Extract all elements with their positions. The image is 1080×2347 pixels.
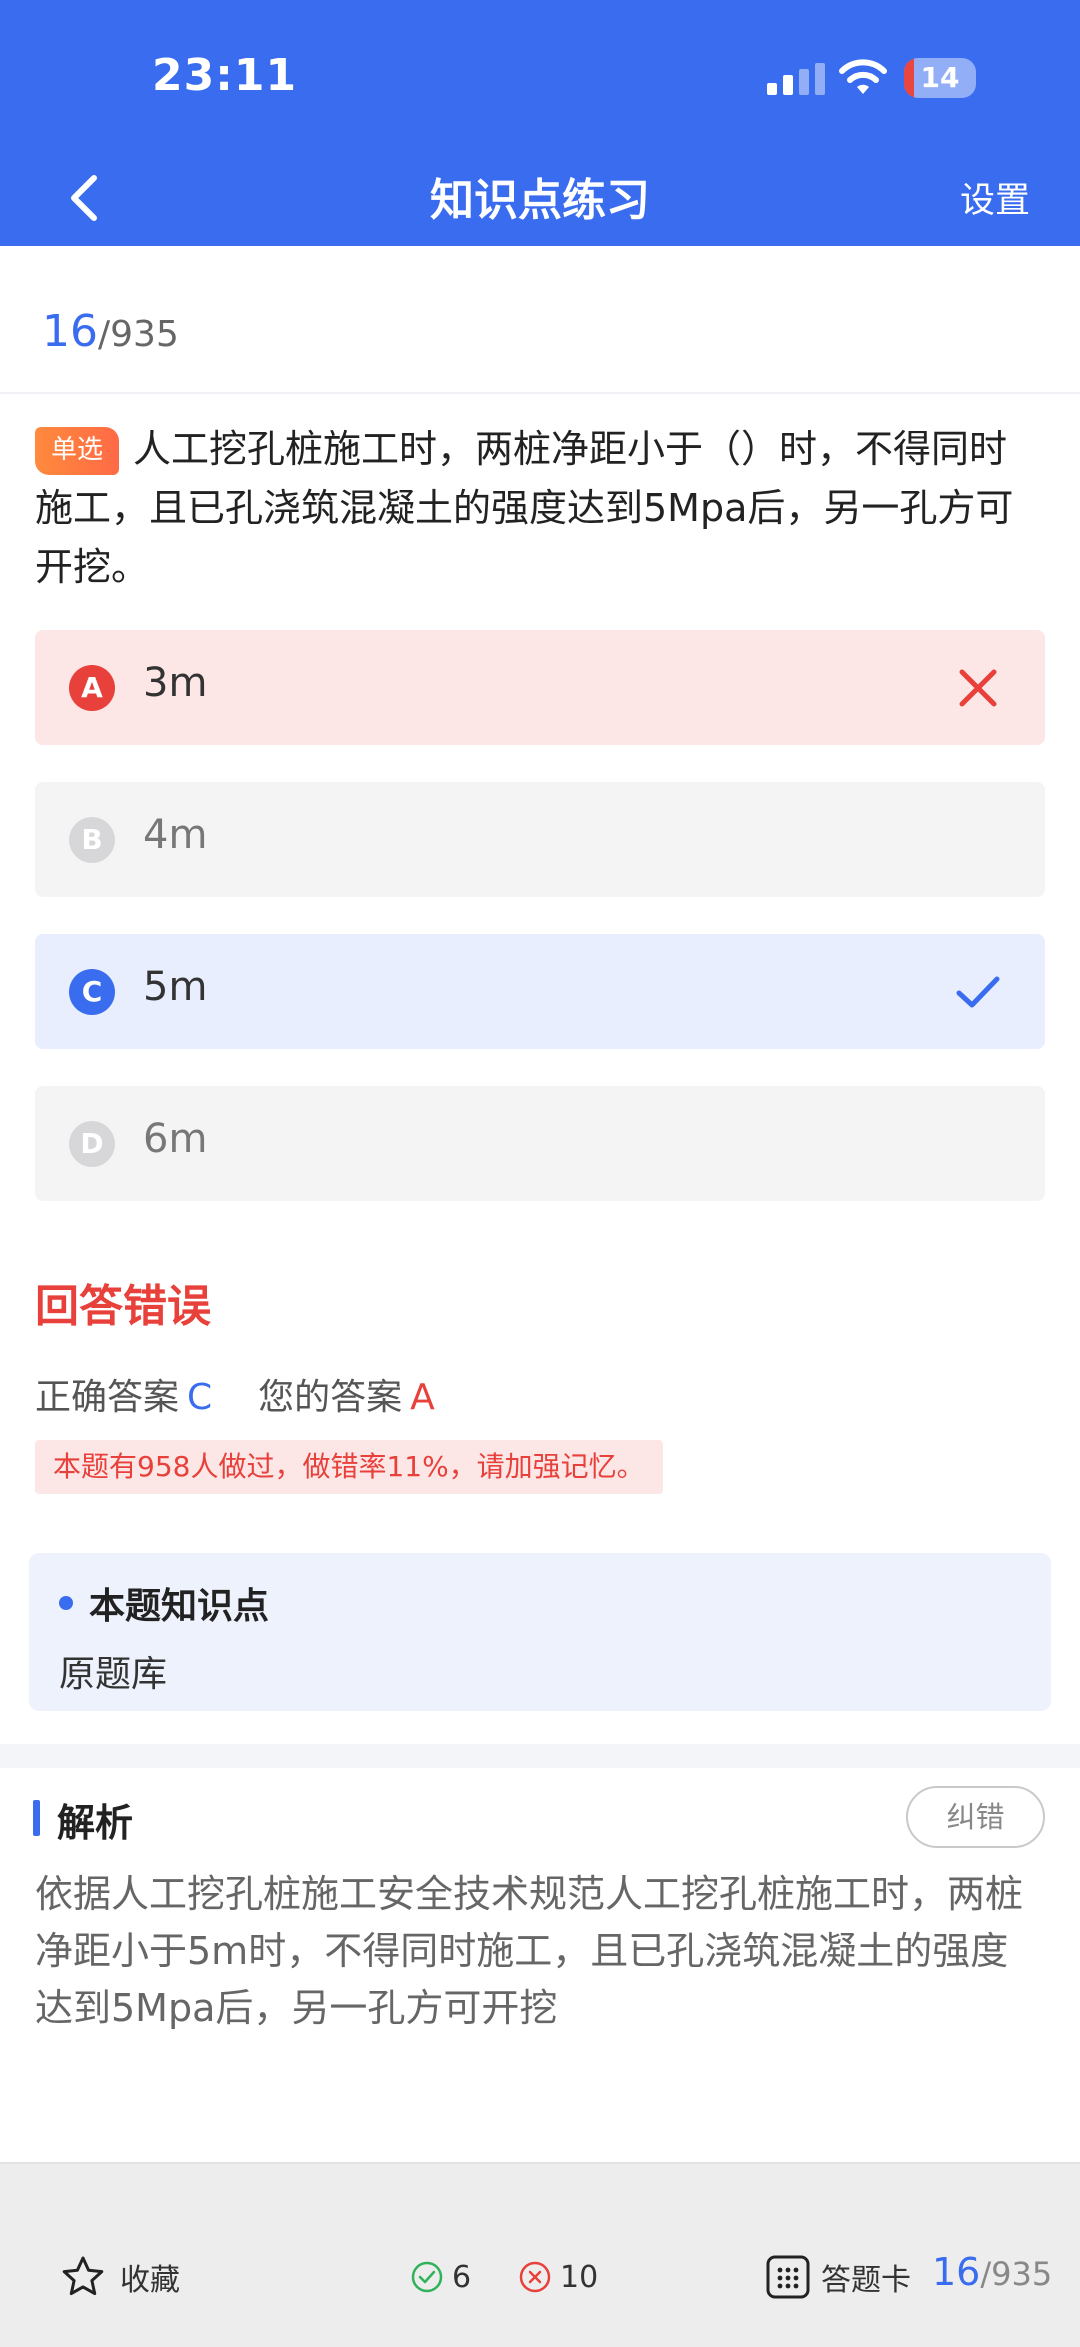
section-gap [0, 1744, 1080, 1768]
option-text: 5m [143, 964, 208, 1010]
your-answer-label: 您的答案 [258, 1377, 403, 1418]
question-text: 人工挖孔桩施工时，两桩净距小于（）时，不得同时施工，且已孔浇筑混凝土的强度达到5… [35, 427, 1014, 589]
wrong-count-value: 10 [560, 2259, 599, 2295]
page-title: 知识点练习 [430, 175, 650, 226]
bottom-toolbar: 收藏 6 10 答题卡 16/935 [0, 2162, 1080, 2347]
divider [0, 392, 1080, 394]
knowledge-point-text: 原题库 [59, 1654, 168, 1695]
option-b[interactable]: B 4m [35, 782, 1045, 897]
your-answer-value: A [410, 1377, 435, 1418]
error-rate-tip: 本题有958人做过，做错率11%，请加强记忆。 [35, 1440, 663, 1494]
nav-bar: 知识点练习 设置 [0, 150, 1080, 246]
header: 23:11 14 知识点练习 设置 [0, 0, 1080, 246]
check-circle-icon [411, 2261, 443, 2293]
status-bar: 23:11 14 [0, 0, 1080, 150]
correct-answer-label: 正确答案 [35, 1377, 180, 1418]
answer-card-label: 答题卡 [821, 2263, 911, 2298]
analysis-text: 依据人工挖孔桩施工安全技术规范人工挖孔桩施工时，两桩净距小于5m时，不得同时施工… [35, 1872, 1024, 2030]
section-marker [33, 1800, 40, 1836]
settings-button[interactable]: 设置 [960, 172, 1030, 223]
question-stem: 单选 人工挖孔桩施工时，两桩净距小于（）时，不得同时施工，且已孔浇筑混凝土的强度达… [35, 420, 1045, 597]
cross-icon [959, 669, 997, 707]
bottom-progress-total: /935 [980, 2255, 1053, 2293]
star-icon [62, 2256, 104, 2296]
status-time: 23:11 [152, 50, 298, 101]
question-progress: 16/935 [42, 306, 179, 357]
correct-count: 6 [410, 2252, 471, 2302]
checkmark-icon [956, 976, 1000, 1008]
option-text: 4m [143, 812, 208, 858]
progress-total: /935 [98, 314, 179, 355]
wifi-icon [839, 59, 887, 94]
option-text: 3m [143, 660, 208, 706]
bullet-dot [59, 1596, 73, 1610]
bottom-progress: 16/935 [932, 2250, 1052, 2294]
battery-percent: 14 [920, 61, 960, 94]
answer-card-button[interactable]: 答题卡 [765, 2250, 911, 2304]
bottom-progress-current: 16 [932, 2250, 981, 2294]
option-letter-badge: A [69, 665, 115, 711]
option-letter-badge: D [69, 1121, 115, 1167]
option-d[interactable]: D 6m [35, 1086, 1045, 1201]
wrong-count: 10 [518, 2252, 598, 2302]
cellular-signal-icon [767, 63, 825, 95]
battery-indicator: 14 [904, 58, 976, 98]
knowledge-point-title: 本题知识点 [89, 1586, 270, 1627]
option-c[interactable]: C 5m [35, 934, 1045, 1049]
correct-answer-value: C [187, 1377, 213, 1418]
answer-comparison: 正确答案 C 您的答案 A [35, 1368, 435, 1420]
favorite-button[interactable]: 收藏 [60, 2252, 180, 2302]
correct-count-value: 6 [452, 2259, 472, 2295]
cross-circle-icon [519, 2261, 551, 2293]
answer-card-grid-icon [766, 2255, 810, 2299]
analysis-title: 解析 [57, 1801, 134, 1845]
result-title: 回答错误 [35, 1281, 211, 1332]
option-a[interactable]: A 3m [35, 630, 1045, 745]
progress-current: 16 [42, 306, 98, 357]
option-text: 6m [143, 1116, 208, 1162]
report-error-button[interactable]: 纠错 [906, 1786, 1045, 1848]
favorite-label: 收藏 [120, 2263, 180, 2298]
option-letter-badge: C [69, 969, 115, 1015]
option-letter-badge: B [69, 817, 115, 863]
question-type-tag: 单选 [35, 427, 120, 475]
knowledge-point-card: 本题知识点 原题库 [29, 1553, 1051, 1711]
